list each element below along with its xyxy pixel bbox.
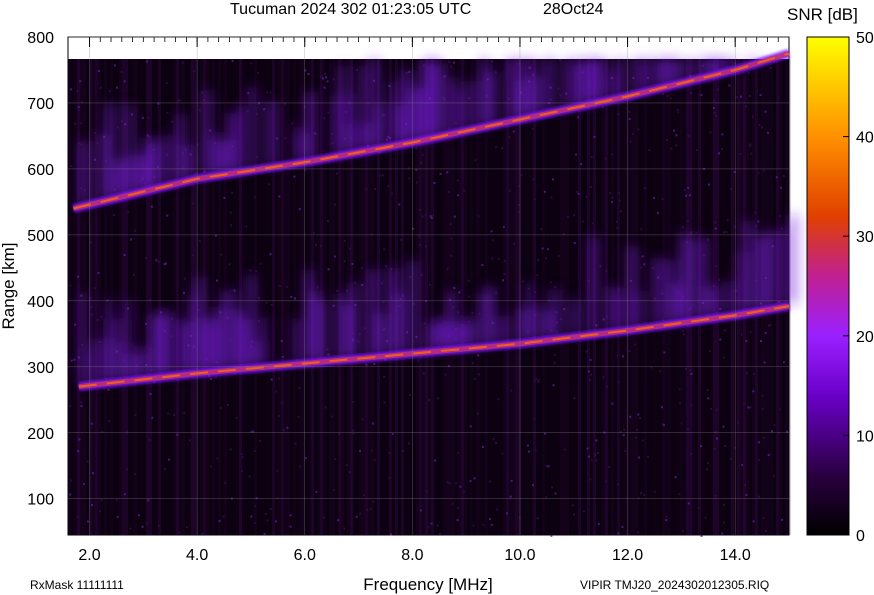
- x-tick-label: 2.0: [78, 547, 100, 564]
- y-tick-label: 300: [27, 360, 54, 377]
- x-tick-label: 10.0: [504, 547, 535, 564]
- y-tick-label: 800: [27, 30, 54, 47]
- colorbar-tick-label: 50: [856, 30, 874, 47]
- x-tick-labels: 2.0 4.0 6.0 8.0 10.0 12.0 14.0: [78, 547, 750, 564]
- colorbar-label: SNR [dB]: [787, 5, 858, 24]
- colorbar-tick-label: 40: [856, 130, 874, 147]
- chart-title: Tucuman 2024 302 01:23:05 UTC: [230, 1, 471, 18]
- ionogram-chart: 2.0 4.0 6.0 8.0 10.0 12.0 14.0 100200300400500…: [0, 1, 874, 594]
- x-tick-label: 4.0: [186, 547, 208, 564]
- x-tick-label: 8.0: [401, 547, 423, 564]
- x-tick-label: 12.0: [612, 547, 643, 564]
- y-tick-label: 500: [27, 228, 54, 245]
- y-tick-label: 700: [27, 96, 54, 113]
- rxmask-label: RxMask 11111111: [30, 578, 124, 592]
- colorbar: [806, 36, 850, 536]
- y-tick-labels: 100 200 300 400 500 600 700 800: [27, 30, 54, 509]
- colorbar-tick-label: 0: [856, 528, 865, 545]
- colorbar-tick-label: 30: [856, 229, 874, 246]
- file-label: VIPIR TMJ20_2024302012305.RIQ: [580, 578, 769, 592]
- x-tick-label: 6.0: [294, 547, 316, 564]
- x-tick-label: 14.0: [720, 547, 751, 564]
- y-axis-label: Range [km]: [0, 243, 18, 330]
- x-axis-label: Frequency [MHz]: [363, 575, 492, 594]
- y-tick-label: 100: [27, 492, 54, 509]
- chart-date: 28Oct24: [543, 1, 604, 18]
- colorbar-tick-label: 20: [856, 329, 874, 346]
- y-tick-label: 400: [27, 294, 54, 311]
- y-tick-label: 600: [27, 162, 54, 179]
- colorbar-tick-label: 10: [856, 428, 874, 445]
- y-tick-label: 200: [27, 426, 54, 443]
